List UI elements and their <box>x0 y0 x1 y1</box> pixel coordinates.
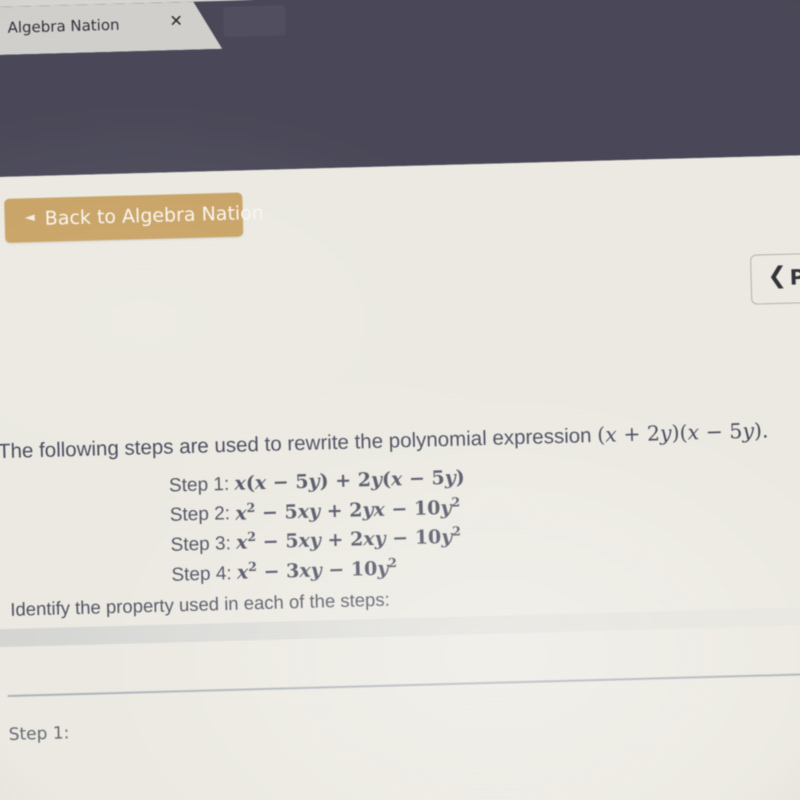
step-math: x(x − 5y) + 2y(x − 5y) <box>234 466 466 495</box>
question-prefix: The following steps are used to rewrite … <box>0 423 598 464</box>
step-math: x2 − 5xy + 2xy − 10y2 <box>235 523 462 555</box>
identify-property-prompt: Identify the property used in each of th… <box>10 588 390 620</box>
step-label: Step 4: <box>171 563 232 586</box>
browser-window: https://web.algebranation.com/testyourse… <box>0 0 800 800</box>
browser-tab-algebra-nation[interactable]: Algebra Nation ✕ <box>0 1 222 55</box>
back-button-label: Back to Algebra Nation <box>44 201 265 230</box>
page-content: ◄ Back to Algebra Nation ❮ Previous The … <box>0 153 800 800</box>
question-expression: (x + 2y)(x − 5y). <box>596 418 769 447</box>
step-label: Step 3: <box>170 533 232 556</box>
steps-list: Step 1: x(x − 5y) + 2y(x − 5y) Step 2: x… <box>169 467 468 593</box>
new-tab-button[interactable] <box>223 5 286 37</box>
step-label: Step 2: <box>169 503 231 527</box>
chevron-left-icon: ❮ <box>767 262 788 290</box>
answer-step-1-label: Step 1: <box>8 723 70 745</box>
section-divider <box>7 671 800 697</box>
step-row: Step 1: x(x − 5y) + 2y(x − 5y) <box>169 467 465 498</box>
step-row: Step 4: x2 − 3xy − 10y2 <box>171 554 467 587</box>
step-row: Step 2: x2 − 5xy + 2yx − 10y2 <box>169 494 465 528</box>
step-math: x2 − 3xy − 10y2 <box>236 555 398 584</box>
previous-button-label: Previous <box>789 262 800 290</box>
step-row: Step 3: x2 − 5xy + 2xy − 10y2 <box>170 523 466 558</box>
question-statement: The following steps are used to rewrite … <box>0 418 769 464</box>
close-icon[interactable]: ✕ <box>169 13 183 29</box>
back-to-algebra-nation-button[interactable]: ◄ Back to Algebra Nation <box>4 192 264 243</box>
tab-title: Algebra Nation <box>7 15 120 37</box>
step-label: Step 1: <box>168 473 230 497</box>
previous-button[interactable]: ❮ Previous <box>749 251 800 305</box>
step-math: x2 − 5xy + 2yx − 10y2 <box>235 494 461 525</box>
photo-of-screen: https://web.algebranation.com/testyourse… <box>0 0 800 800</box>
arrow-left-icon: ◄ <box>24 210 35 226</box>
